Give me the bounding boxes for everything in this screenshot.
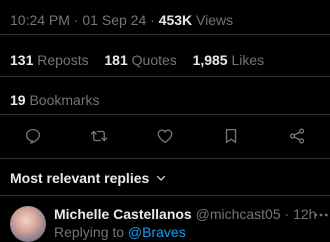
bookmark-icon [225, 128, 237, 144]
share-icon [289, 128, 305, 144]
divider [0, 34, 330, 35]
divider [0, 76, 330, 77]
repost-button[interactable] [86, 123, 112, 149]
tweet-meta: 10:24 PM · 01 Sep 24 · 453K Views [10, 12, 233, 28]
likes-link[interactable]: 1,985 Likes [193, 52, 265, 68]
divider [0, 158, 330, 159]
likes-label: Likes [231, 52, 265, 68]
bookmarks-count: 19 [10, 92, 26, 108]
reposts-label: Reposts [37, 52, 89, 68]
views-count[interactable]: 453K [159, 12, 192, 28]
engagement-stats: 131 Reposts 181 Quotes 1,985 Likes [10, 52, 264, 68]
reply-header: Michelle Castellanos @michcast05 · 12h [54, 206, 316, 222]
replying-to-prefix: Replying to [54, 224, 125, 240]
reposts-count: 131 [10, 52, 34, 68]
bookmark-button[interactable] [218, 123, 244, 149]
likes-count: 1,985 [192, 52, 228, 68]
reposts-link[interactable]: 131 Reposts [10, 52, 93, 68]
repost-icon [90, 130, 108, 142]
like-icon [157, 129, 173, 144]
reply-author-name[interactable]: Michelle Castellanos [54, 206, 192, 222]
replying-to: Replying to @Braves [54, 224, 186, 240]
quotes-count: 181 [104, 52, 128, 68]
avatar[interactable] [10, 206, 46, 242]
reply-author-handle[interactable]: @michcast05 [196, 206, 281, 222]
replies-sort-label: Most relevant replies [10, 170, 150, 186]
tweet-time[interactable]: 10:24 PM [10, 12, 70, 28]
more-options-button[interactable] [312, 206, 330, 224]
reply-icon [25, 128, 41, 144]
quotes-link[interactable]: 181 Quotes [104, 52, 180, 68]
divider [0, 195, 330, 196]
reply-separator: · [284, 206, 290, 222]
meta-separator: · [73, 12, 79, 28]
chevron-down-icon [157, 175, 166, 181]
action-bar [0, 123, 330, 149]
share-button[interactable] [284, 123, 310, 149]
bookmarks-label: Bookmarks [29, 92, 100, 108]
quotes-label: Quotes [131, 52, 177, 68]
replying-to-mention[interactable]: @Braves [128, 224, 186, 240]
tweet-date[interactable]: 01 Sep 24 [82, 12, 146, 28]
replies-sort-dropdown[interactable]: Most relevant replies [10, 170, 167, 186]
more-icon [314, 213, 328, 217]
bookmarks-link[interactable]: 19 Bookmarks [10, 92, 100, 108]
reply-button[interactable] [20, 123, 46, 149]
meta-separator-2: · [150, 12, 155, 28]
divider [0, 114, 330, 115]
views-label: Views [196, 12, 234, 28]
like-button[interactable] [152, 123, 178, 149]
